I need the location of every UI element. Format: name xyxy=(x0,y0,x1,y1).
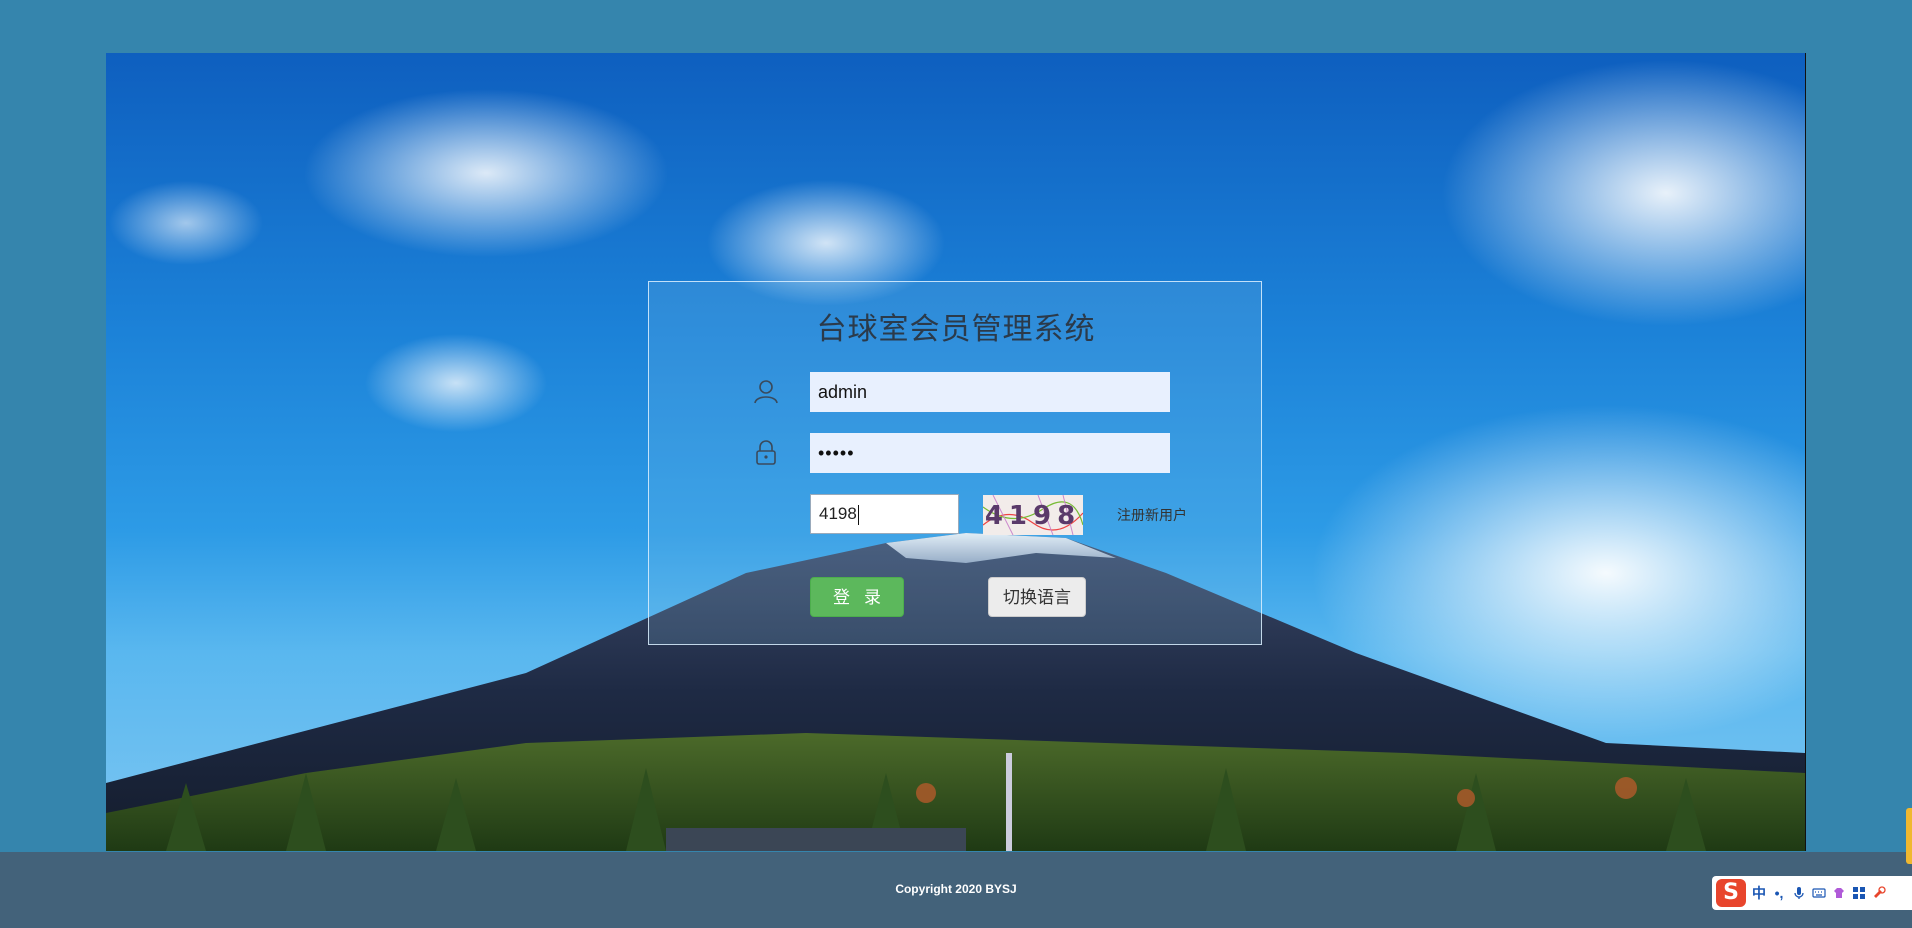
login-form: 台球室会员管理系统 4198 4198 注册新用户 登录 切换语言 xyxy=(648,281,1262,645)
ime-toolbar: S 中 •, xyxy=(1712,876,1912,910)
ime-punctuation-toggle[interactable]: •, xyxy=(1772,885,1786,901)
grid-icon[interactable] xyxy=(1852,886,1866,900)
captcha-image[interactable]: 4198 xyxy=(983,495,1083,535)
captcha-input[interactable]: 4198 xyxy=(810,494,959,534)
login-page: { "login": { "title": "台球室会员管理系统", "user… xyxy=(0,0,1912,928)
ime-mode-toggle[interactable]: 中 xyxy=(1752,883,1766,903)
page-title: 台球室会员管理系统 xyxy=(816,313,1096,346)
login-button[interactable]: 登录 xyxy=(810,577,904,617)
switch-language-button[interactable]: 切换语言 xyxy=(988,577,1086,617)
copyright-text: Copyright 2020 BYSJ xyxy=(895,882,1017,896)
text-caret xyxy=(857,504,859,525)
tools-icon[interactable] xyxy=(1872,886,1886,900)
password-input[interactable] xyxy=(810,433,1170,473)
lock-icon xyxy=(756,440,776,465)
sogou-logo-icon[interactable]: S xyxy=(1716,879,1746,907)
footer: Copyright 2020 BYSJ xyxy=(0,852,1912,928)
skin-icon[interactable] xyxy=(1832,886,1846,900)
user-icon xyxy=(754,380,778,404)
username-input[interactable] xyxy=(810,372,1170,412)
keyboard-icon[interactable] xyxy=(1812,886,1826,900)
captcha-input-value: 4198 xyxy=(819,504,857,523)
microphone-icon[interactable] xyxy=(1792,886,1806,900)
register-link[interactable]: 注册新用户 xyxy=(1117,505,1187,525)
side-tab[interactable] xyxy=(1906,808,1912,864)
captcha-text: 4198 xyxy=(985,501,1081,531)
